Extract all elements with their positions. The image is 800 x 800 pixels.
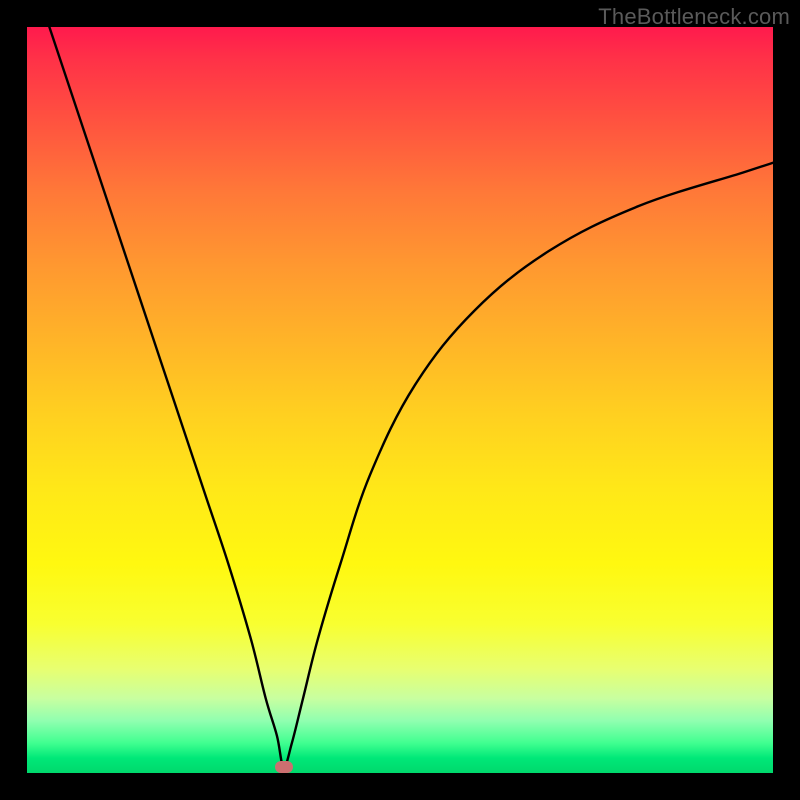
chart-area [27,27,773,773]
bottleneck-curve [27,27,773,773]
watermark-text: TheBottleneck.com [598,4,790,30]
optimal-point-marker [275,761,293,773]
